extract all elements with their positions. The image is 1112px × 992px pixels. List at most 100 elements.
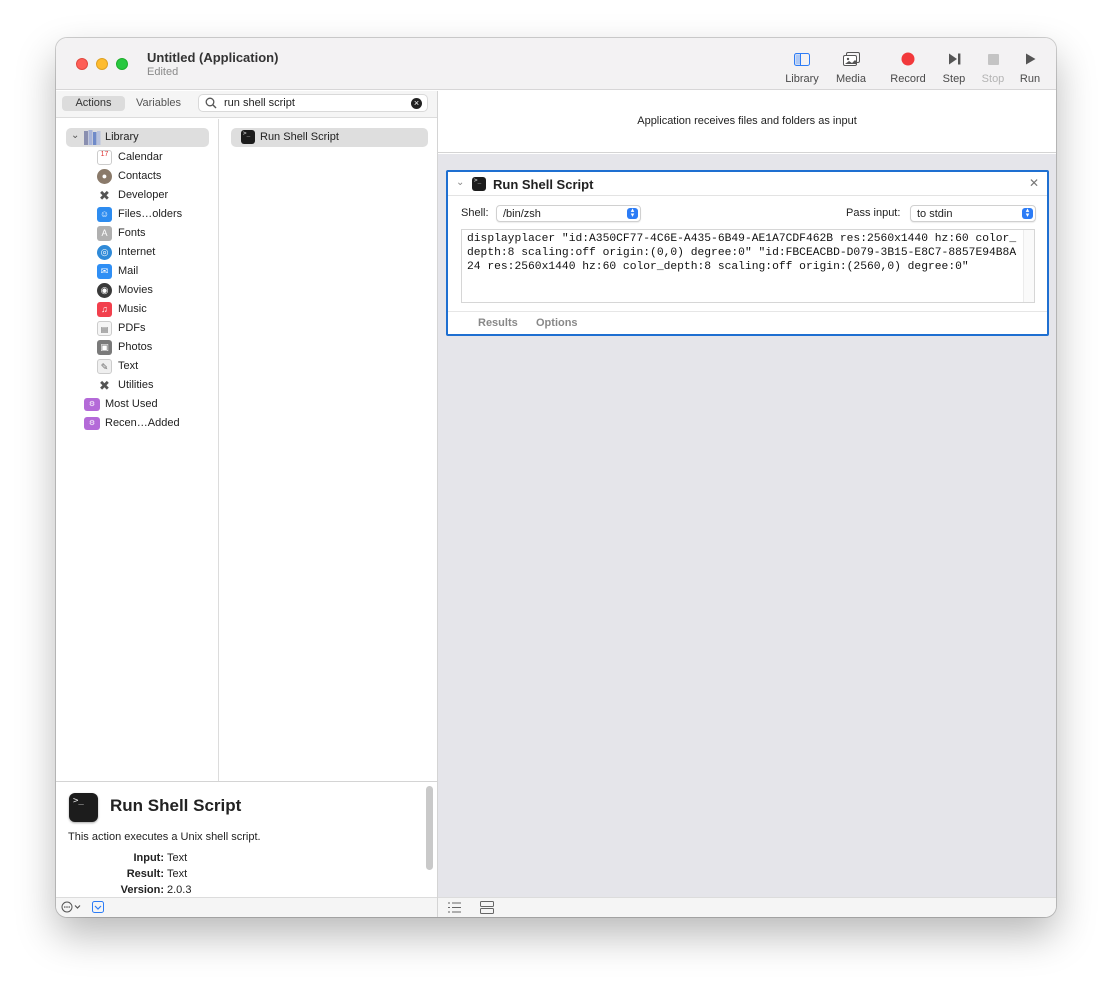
workflow-input-text: Application receives files and folders a…	[637, 115, 857, 127]
action-card-run-shell-script[interactable]: ⌄ >_ Run Shell Script ✕ Shell: /bin/zsh …	[446, 170, 1049, 336]
finder-icon: ☺	[97, 207, 112, 222]
fonts-icon: A	[97, 226, 112, 241]
toolbar-library-button[interactable]: Library	[783, 48, 821, 85]
stop-icon	[980, 48, 1006, 70]
script-text[interactable]: displayplacer "id:A350CF77-4C6E-A435-6B4…	[467, 232, 1017, 274]
pdf-icon: ▤	[97, 321, 112, 336]
chevron-updown-icon: ▴ ▾	[627, 207, 638, 219]
internet-icon: ◎	[97, 245, 112, 260]
description-toggle-icon[interactable]	[92, 901, 104, 916]
library-item-label: PDFs	[118, 322, 146, 334]
pass-input-value: to stdin	[917, 208, 953, 220]
search-input[interactable]: run shell script	[224, 97, 295, 109]
media-icon	[833, 48, 869, 70]
shell-value: /bin/zsh	[503, 208, 541, 220]
toolbar-label: Library	[785, 73, 819, 85]
library-item-label: Fonts	[118, 227, 146, 239]
toolbar-media-button[interactable]: Media	[833, 48, 869, 85]
workflow-bottom-bar	[438, 897, 1056, 917]
library-item-label: Developer	[118, 189, 169, 201]
record-icon	[888, 48, 928, 70]
calendar-icon: 17	[97, 150, 112, 165]
library-item-label: Music	[118, 303, 147, 315]
library-item-label: Text	[118, 360, 139, 372]
card-tab-divider	[448, 311, 1047, 312]
description-scrollbar[interactable]	[426, 786, 433, 870]
contacts-icon: ●	[97, 169, 112, 184]
music-icon: ♫	[97, 302, 112, 317]
window-title: Untitled (Application)	[147, 50, 279, 65]
description-title: Run Shell Script	[110, 796, 242, 815]
library-header[interactable]: ⌄ Library	[66, 128, 209, 147]
clear-search-icon[interactable]: ×	[411, 98, 422, 109]
library-books-icon	[84, 130, 101, 148]
step-icon	[940, 48, 968, 70]
run-icon	[1018, 48, 1042, 70]
remove-action-icon[interactable]: ✕	[1029, 176, 1039, 190]
input-key: Input:	[133, 852, 164, 864]
tab-options[interactable]: Options	[536, 317, 578, 329]
workflow-input-header: Application receives files and folders a…	[438, 91, 1056, 153]
library-item-label: Contacts	[118, 170, 162, 182]
tab-actions[interactable]: Actions	[62, 96, 125, 111]
library-item-label: Recen…Added	[105, 417, 180, 429]
library-item-label: Internet	[118, 246, 156, 258]
folder-icon: ⚙	[84, 417, 100, 430]
photos-icon: ▣	[97, 340, 112, 355]
library-item-label: Movies	[118, 284, 153, 296]
description-text: This action executes a Unix shell script…	[68, 831, 261, 843]
terminal-icon: >_	[69, 793, 98, 822]
library-icon	[783, 48, 821, 70]
toolbar-label: Step	[942, 73, 966, 85]
left-bottom-bar	[56, 897, 437, 917]
action-description: >_ Run Shell Script This action executes…	[56, 781, 437, 897]
tab-results[interactable]: Results	[478, 317, 518, 329]
log-view-icon[interactable]	[480, 901, 494, 917]
library-list: ⌄ Library 17 Calendar ● Contacts ✖ Devel…	[56, 119, 219, 781]
chevron-down-icon[interactable]: ⌄	[71, 130, 79, 141]
shell-popup[interactable]: /bin/zsh ▴ ▾	[496, 205, 641, 222]
actions-list: >_ Run Shell Script	[220, 119, 437, 781]
version-key: Version:	[120, 884, 164, 896]
library-item-label: Files…olders	[118, 208, 183, 220]
zoom-window-button[interactable]	[116, 58, 128, 70]
toolbar: Untitled (Application) Edited Library Me…	[56, 38, 1056, 90]
movies-icon: ◉	[97, 283, 112, 298]
workflow-canvas[interactable]: ⌄ >_ Run Shell Script ✕ Shell: /bin/zsh …	[438, 154, 1056, 897]
input-value: Text	[167, 852, 188, 864]
shell-label: Shell:	[461, 207, 489, 219]
library-item-label: Utilities	[118, 379, 154, 391]
window-subtitle: Edited	[147, 66, 179, 78]
action-run-shell-script[interactable]: >_ Run Shell Script	[231, 128, 428, 147]
library-item-label: Calendar	[118, 151, 163, 163]
toolbar-label: Run	[1019, 73, 1041, 85]
toolbar-stop-button[interactable]: Stop	[980, 48, 1006, 85]
toolbar-label: Media	[836, 73, 866, 85]
tab-variables[interactable]: Variables	[136, 96, 181, 111]
toolbar-run-button[interactable]: Run	[1018, 48, 1042, 85]
mail-icon: ✉	[97, 264, 112, 279]
options-menu-icon[interactable]	[61, 901, 83, 916]
library-item-label: Photos	[118, 341, 153, 353]
minimize-window-button[interactable]	[96, 58, 108, 70]
close-window-button[interactable]	[76, 58, 88, 70]
search-icon	[205, 97, 217, 112]
terminal-icon: >_	[472, 177, 486, 191]
automator-window: Untitled (Application) Edited Library Me…	[56, 38, 1056, 917]
toolbar-step-button[interactable]: Step	[940, 48, 968, 85]
result-value: Text	[167, 868, 188, 880]
search-field[interactable]: run shell script ×	[198, 94, 428, 112]
collapse-chevron-icon[interactable]: ⌄	[456, 177, 464, 188]
terminal-icon: >_	[241, 130, 255, 144]
chevron-updown-icon: ▴ ▾	[1022, 207, 1033, 219]
pass-input-popup[interactable]: to stdin ▴ ▾	[910, 205, 1036, 222]
library-label: Library	[105, 131, 139, 143]
script-scrollbar[interactable]	[1023, 230, 1034, 302]
result-key: Result:	[126, 868, 164, 880]
library-item-label: Mail	[118, 265, 139, 277]
list-view-icon[interactable]	[448, 902, 461, 916]
toolbar-record-button[interactable]: Record	[888, 48, 928, 85]
developer-icon: ✖	[99, 188, 110, 203]
version-value: 2.0.3	[167, 884, 192, 896]
script-editor[interactable]: displayplacer "id:A350CF77-4C6E-A435-6B4…	[461, 229, 1035, 303]
